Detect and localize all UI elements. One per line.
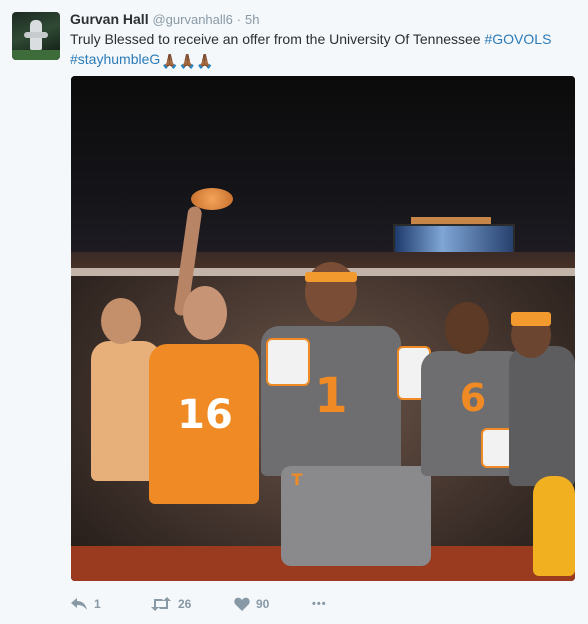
more-icon: ••• — [312, 598, 327, 610]
jersey-number-1: 1 — [314, 368, 348, 424]
pants-t-logo: T — [291, 470, 303, 489]
author-handle[interactable]: @gurvanhall6 — [152, 12, 232, 27]
separator-dot: · — [236, 12, 242, 27]
heart-icon — [234, 597, 250, 611]
reply-icon — [71, 598, 87, 610]
tweet-header: Gurvan Hall @gurvanhall6 · 5h — [70, 10, 260, 29]
reply-button[interactable]: 1 — [70, 594, 101, 614]
avatar-figure-arms — [24, 32, 48, 38]
player-1-head — [305, 262, 357, 322]
like-count: 90 — [256, 597, 270, 611]
hashtag-stayhumbleg[interactable]: #stayhumbleG — [70, 51, 160, 67]
more-button[interactable]: ••• — [312, 594, 327, 614]
tweet-text: Truly Blessed to receive an offer from t… — [70, 29, 575, 71]
tweet-card[interactable]: Gurvan Hall @gurvanhall6 · 5h Truly Bles… — [0, 0, 588, 624]
player-right-jersey — [509, 346, 575, 486]
like-button[interactable]: 90 — [234, 594, 269, 614]
praying-hands-emoji: 🙏🏾🙏🏾🙏🏾 — [161, 53, 214, 69]
tweet-body: Truly Blessed to receive an offer from t… — [70, 31, 485, 47]
retweet-button[interactable]: 26 — [150, 594, 191, 614]
reply-count: 1 — [94, 597, 101, 611]
author-name[interactable]: Gurvan Hall — [70, 11, 149, 27]
player-1-headband — [305, 272, 357, 282]
avatar[interactable] — [12, 12, 60, 60]
jersey-number-6: 6 — [459, 376, 487, 420]
hashtag-govols[interactable]: #GOVOLS — [484, 31, 551, 47]
jersey-number-16: 16 — [177, 392, 233, 438]
player-far-right-jersey — [533, 476, 575, 576]
retweet-icon — [151, 597, 171, 611]
scoreboard-sign — [411, 217, 491, 224]
tweet-photo[interactable]: 16 1 T 6 — [71, 76, 575, 581]
retweet-count: 26 — [178, 597, 192, 611]
tweet-timestamp[interactable]: 5h — [245, 12, 259, 27]
player-right-cap — [511, 312, 551, 326]
player-6-head — [445, 302, 489, 354]
fan-left-head — [101, 298, 141, 344]
player-1-left-glove — [266, 338, 310, 386]
fan-16-head — [183, 286, 227, 340]
avatar-ground — [12, 50, 60, 60]
